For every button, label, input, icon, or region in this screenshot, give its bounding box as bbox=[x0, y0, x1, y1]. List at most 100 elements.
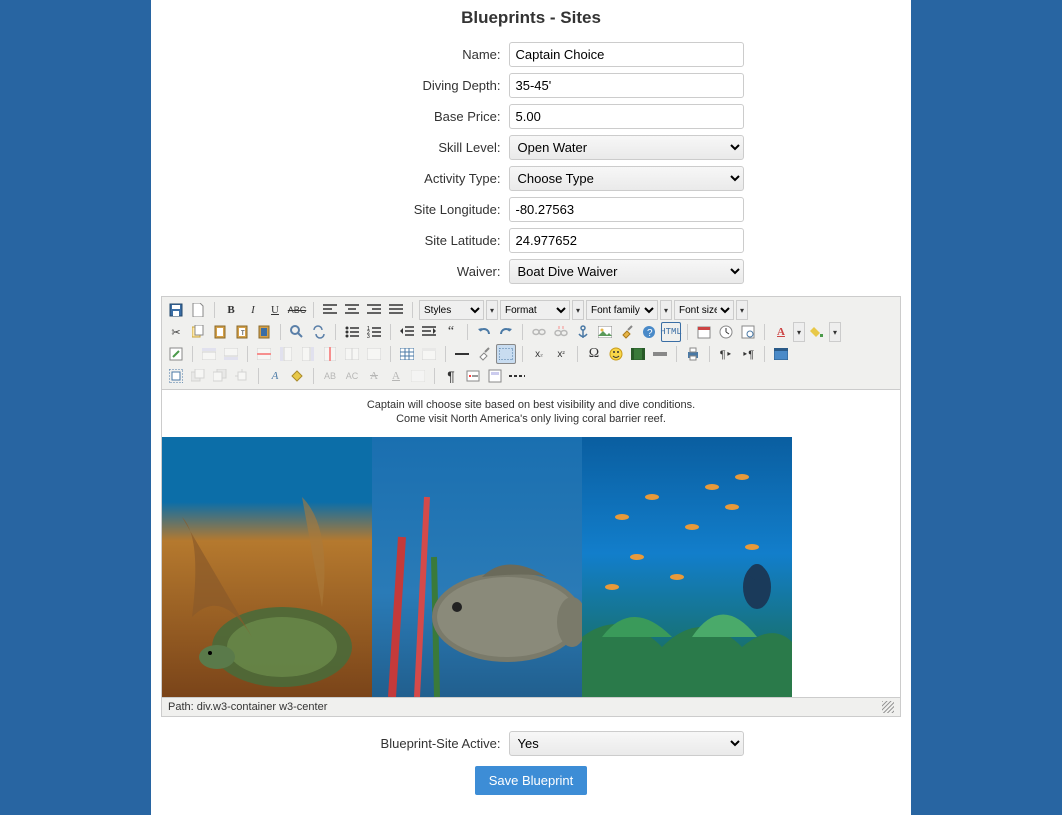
paste-text-icon[interactable]: T bbox=[232, 322, 252, 342]
styles-select[interactable]: Styles bbox=[419, 300, 484, 320]
help-icon[interactable]: ? bbox=[639, 322, 659, 342]
text-color-icon[interactable]: A bbox=[771, 322, 791, 342]
special-char-icon[interactable]: Ω bbox=[584, 344, 604, 364]
editor-image-reef[interactable] bbox=[582, 437, 792, 697]
remove-format-icon[interactable] bbox=[474, 344, 494, 364]
table-properties-icon[interactable] bbox=[419, 344, 439, 364]
blockquote-icon[interactable]: “ bbox=[441, 322, 461, 342]
name-field[interactable] bbox=[509, 42, 744, 67]
align-center-icon[interactable] bbox=[342, 300, 362, 320]
blueprint-active-select[interactable]: Yes bbox=[509, 731, 744, 756]
text-color-dropdown-icon[interactable]: ▾ bbox=[793, 322, 805, 342]
replace-icon[interactable] bbox=[309, 322, 329, 342]
insert-date-icon[interactable] bbox=[694, 322, 714, 342]
fontsize-select[interactable]: Font size bbox=[674, 300, 734, 320]
editor-image-turtle[interactable] bbox=[162, 437, 372, 697]
fullscreen-icon[interactable] bbox=[771, 344, 791, 364]
bullet-list-icon[interactable] bbox=[342, 322, 362, 342]
insert-layer-icon[interactable] bbox=[166, 366, 186, 386]
background-color-icon[interactable] bbox=[807, 322, 827, 342]
strikethrough-icon[interactable]: ABC bbox=[287, 300, 307, 320]
table-insert-row-before-icon[interactable] bbox=[199, 344, 219, 364]
print-icon[interactable] bbox=[683, 344, 703, 364]
insert-table-icon[interactable] bbox=[397, 344, 417, 364]
cleanup-icon[interactable] bbox=[617, 322, 637, 342]
format-dropdown-icon[interactable]: ▾ bbox=[572, 300, 584, 320]
styles-dropdown-icon[interactable]: ▾ bbox=[486, 300, 498, 320]
ins-icon[interactable]: A bbox=[386, 366, 406, 386]
insert-hr-icon[interactable] bbox=[650, 344, 670, 364]
table-delete-col-icon[interactable] bbox=[320, 344, 340, 364]
editor-body[interactable]: Captain will choose site based on best v… bbox=[162, 390, 900, 697]
absolute-position-icon[interactable] bbox=[232, 366, 252, 386]
visual-aid-icon[interactable] bbox=[496, 344, 516, 364]
fontsize-dropdown-icon[interactable]: ▾ bbox=[736, 300, 748, 320]
indent-icon[interactable] bbox=[419, 322, 439, 342]
italic-icon[interactable]: I bbox=[243, 300, 263, 320]
abbr-icon[interactable]: AB bbox=[320, 366, 340, 386]
waiver-select[interactable]: Boat Dive Waiver bbox=[509, 259, 744, 284]
diving-depth-field[interactable] bbox=[509, 73, 744, 98]
table-split-cells-icon[interactable] bbox=[342, 344, 362, 364]
anchor-icon[interactable] bbox=[573, 322, 593, 342]
base-price-field[interactable] bbox=[509, 104, 744, 129]
table-delete-row-icon[interactable] bbox=[254, 344, 274, 364]
rtl-icon[interactable]: ‣¶ bbox=[738, 344, 758, 364]
image-icon[interactable] bbox=[595, 322, 615, 342]
ltr-icon[interactable]: ¶‣ bbox=[716, 344, 736, 364]
subscript-icon[interactable]: x₂ bbox=[529, 344, 549, 364]
redo-icon[interactable] bbox=[496, 322, 516, 342]
resize-handle-icon[interactable] bbox=[882, 701, 894, 713]
horizontal-rule-icon[interactable] bbox=[452, 344, 472, 364]
media-icon[interactable] bbox=[628, 344, 648, 364]
copy-icon[interactable] bbox=[188, 322, 208, 342]
acronym-icon[interactable]: AC bbox=[342, 366, 362, 386]
edit-layer-icon[interactable] bbox=[166, 344, 186, 364]
style-props-icon[interactable]: A bbox=[265, 366, 285, 386]
fontfamily-dropdown-icon[interactable]: ▾ bbox=[660, 300, 672, 320]
nonbreaking-space-icon[interactable] bbox=[463, 366, 483, 386]
site-latitude-field[interactable] bbox=[509, 228, 744, 253]
outdent-icon[interactable] bbox=[397, 322, 417, 342]
insert-time-icon[interactable] bbox=[716, 322, 736, 342]
find-icon[interactable] bbox=[287, 322, 307, 342]
move-backward-icon[interactable] bbox=[210, 366, 230, 386]
pagebreak-icon[interactable] bbox=[507, 366, 527, 386]
paste-icon[interactable] bbox=[210, 322, 230, 342]
del-icon[interactable]: A bbox=[364, 366, 384, 386]
table-insert-col-before-icon[interactable] bbox=[276, 344, 296, 364]
new-document-icon[interactable] bbox=[188, 300, 208, 320]
table-merge-cells-icon[interactable] bbox=[364, 344, 384, 364]
superscript-icon[interactable]: x² bbox=[551, 344, 571, 364]
activity-type-select[interactable]: Choose Type bbox=[509, 166, 744, 191]
unlink-icon[interactable] bbox=[551, 322, 571, 342]
numbered-list-icon[interactable]: 123 bbox=[364, 322, 384, 342]
emoticon-icon[interactable] bbox=[606, 344, 626, 364]
background-color-dropdown-icon[interactable]: ▾ bbox=[829, 322, 841, 342]
align-left-icon[interactable] bbox=[320, 300, 340, 320]
cite-icon[interactable] bbox=[287, 366, 307, 386]
attribs-icon[interactable] bbox=[408, 366, 428, 386]
fontfamily-select[interactable]: Font family bbox=[586, 300, 658, 320]
paste-word-icon[interactable] bbox=[254, 322, 274, 342]
template-icon[interactable] bbox=[485, 366, 505, 386]
cut-icon[interactable]: ✂ bbox=[166, 322, 186, 342]
save-icon[interactable] bbox=[166, 300, 186, 320]
skill-level-select[interactable]: Open Water bbox=[509, 135, 744, 160]
move-forward-icon[interactable] bbox=[188, 366, 208, 386]
align-right-icon[interactable] bbox=[364, 300, 384, 320]
undo-icon[interactable] bbox=[474, 322, 494, 342]
table-insert-row-after-icon[interactable] bbox=[221, 344, 241, 364]
html-icon[interactable]: HTML bbox=[661, 322, 681, 342]
visualchars-icon[interactable]: ¶ bbox=[441, 366, 461, 386]
bold-icon[interactable]: B bbox=[221, 300, 241, 320]
align-justify-icon[interactable] bbox=[386, 300, 406, 320]
editor-image-fish[interactable] bbox=[372, 437, 582, 697]
site-longitude-field[interactable] bbox=[509, 197, 744, 222]
table-insert-col-after-icon[interactable] bbox=[298, 344, 318, 364]
preview-icon[interactable] bbox=[738, 322, 758, 342]
underline-icon[interactable]: U bbox=[265, 300, 285, 320]
format-select[interactable]: Format bbox=[500, 300, 570, 320]
save-blueprint-button[interactable]: Save Blueprint bbox=[475, 766, 588, 795]
link-icon[interactable] bbox=[529, 322, 549, 342]
